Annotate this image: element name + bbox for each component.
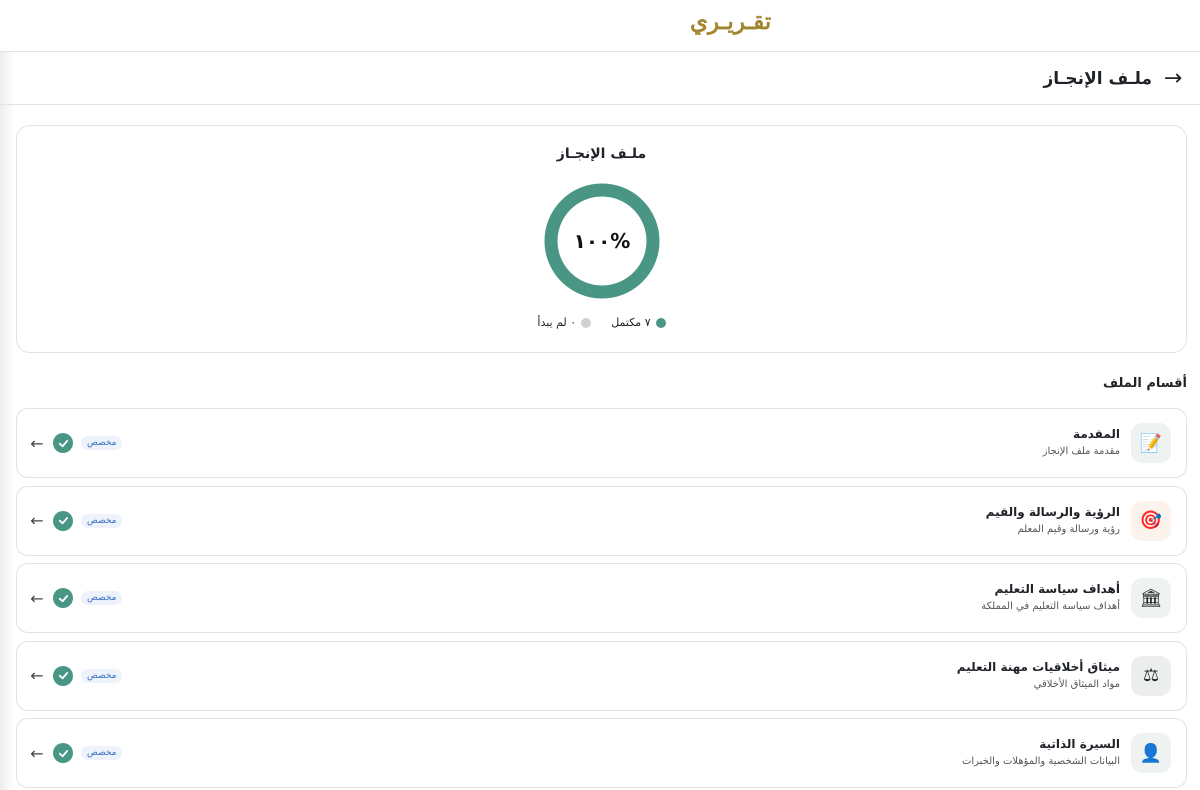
page-header: → ملـف الإنجـاز: [0, 53, 1200, 105]
section-subtitle: رؤية ورسالة وقيم المعلم: [1017, 523, 1120, 535]
target-icon: 🎯: [1131, 500, 1171, 541]
top-bar: تقـريـري: [0, 0, 1200, 52]
progress-percent: %١٠٠: [573, 229, 631, 253]
arrow-left-icon[interactable]: ←: [29, 434, 45, 453]
legend-not-started-label: ٠ لم يبدأ: [537, 316, 577, 329]
section-texts: الرؤية والرسالة والقيم رؤية ورسالة وقيم …: [986, 504, 1120, 538]
arrow-right-icon[interactable]: →: [1158, 64, 1188, 94]
custom-badge: مخصص: [81, 746, 123, 760]
progress-ring: %١٠٠: [544, 183, 660, 299]
progress-legend: ٧ مكتمل ٠ لم يبدأ: [17, 316, 1186, 329]
classical-building-icon: 🏛: [1131, 578, 1171, 618]
section-list: 📝 المقدمة مقدمة ملف الإنجاز مخصص ← 🎯 الر…: [16, 408, 1187, 790]
edge-shadow: [0, 0, 14, 790]
completed-dot-icon: [655, 317, 666, 328]
check-icon: [53, 743, 73, 763]
section-texts: السيرة الذاتية البيانات الشخصية والمؤهلا…: [962, 736, 1120, 770]
section-status: مخصص ←: [29, 665, 123, 687]
section-subtitle: مقدمة ملف الإنجاز: [1042, 446, 1120, 457]
page-title: ملـف الإنجـاز: [1043, 68, 1152, 89]
legend-not-started: ٠ لم يبدأ: [537, 316, 592, 329]
section-title: ميثاق أخلاقيات مهنة التعليم: [956, 659, 1120, 674]
section-card-intro[interactable]: 📝 المقدمة مقدمة ملف الإنجاز مخصص ←: [16, 408, 1187, 478]
check-icon: [53, 665, 73, 686]
sections-heading: أقسام الملف: [1103, 376, 1187, 391]
arrow-left-icon[interactable]: ←: [29, 511, 45, 530]
brand-logo[interactable]: تقـريـري: [690, 8, 771, 35]
memo-icon: 📝: [1131, 423, 1171, 463]
person-icon: 👤: [1131, 733, 1171, 773]
arrow-left-icon[interactable]: ←: [29, 744, 45, 763]
custom-badge: مخصص: [81, 513, 123, 528]
section-status: مخصص ←: [29, 742, 123, 764]
section-card-ethics[interactable]: ⚖ ميثاق أخلاقيات مهنة التعليم مواد الميث…: [16, 640, 1187, 711]
check-icon: [53, 588, 73, 608]
section-status: مخصص ←: [29, 510, 123, 532]
section-subtitle: مواد الميثاق الأخلاقي: [1033, 678, 1120, 690]
section-title: الرؤية والرسالة والقيم: [985, 504, 1120, 519]
section-texts: أهداف سياسة التعليم أهداف سياسة التعليم …: [981, 581, 1120, 615]
custom-badge: مخصص: [81, 436, 123, 450]
legend-completed: ٧ مكتمل: [611, 316, 666, 329]
section-texts: المقدمة مقدمة ملف الإنجاز: [1043, 426, 1120, 460]
arrow-left-icon[interactable]: ←: [29, 666, 45, 685]
progress-card-title: ملـف الإنجـاز: [556, 146, 647, 162]
section-title: أهداف سياسة التعليم: [994, 582, 1120, 596]
section-subtitle: البيانات الشخصية والمؤهلات والخبرات: [961, 756, 1120, 767]
custom-badge: مخصص: [81, 668, 123, 683]
section-card-policy[interactable]: 🏛 أهداف سياسة التعليم أهداف سياسة التعلي…: [16, 563, 1187, 633]
check-icon: [53, 510, 73, 531]
section-texts: ميثاق أخلاقيات مهنة التعليم مواد الميثاق…: [957, 659, 1120, 693]
section-title: السيرة الذاتية: [1039, 737, 1120, 751]
progress-card: ملـف الإنجـاز %١٠٠ ٧ مكتمل ٠ لم يبدأ: [16, 125, 1187, 353]
section-status: مخصص ←: [29, 587, 123, 609]
section-title: المقدمة: [1073, 427, 1120, 441]
section-status: مخصص ←: [29, 432, 123, 454]
legend-completed-label: ٧ مكتمل: [611, 316, 651, 329]
arrow-left-icon[interactable]: ←: [29, 589, 45, 608]
section-subtitle: أهداف سياسة التعليم في المملكة: [981, 601, 1120, 612]
not-started-dot-icon: [581, 317, 592, 328]
balance-scale-icon: ⚖: [1131, 655, 1171, 696]
section-card-vision[interactable]: 🎯 الرؤية والرسالة والقيم رؤية ورسالة وقي…: [16, 485, 1187, 556]
check-icon: [53, 433, 73, 453]
custom-badge: مخصص: [81, 591, 123, 605]
section-card-cv[interactable]: 👤 السيرة الذاتية البيانات الشخصية والمؤه…: [16, 718, 1187, 788]
